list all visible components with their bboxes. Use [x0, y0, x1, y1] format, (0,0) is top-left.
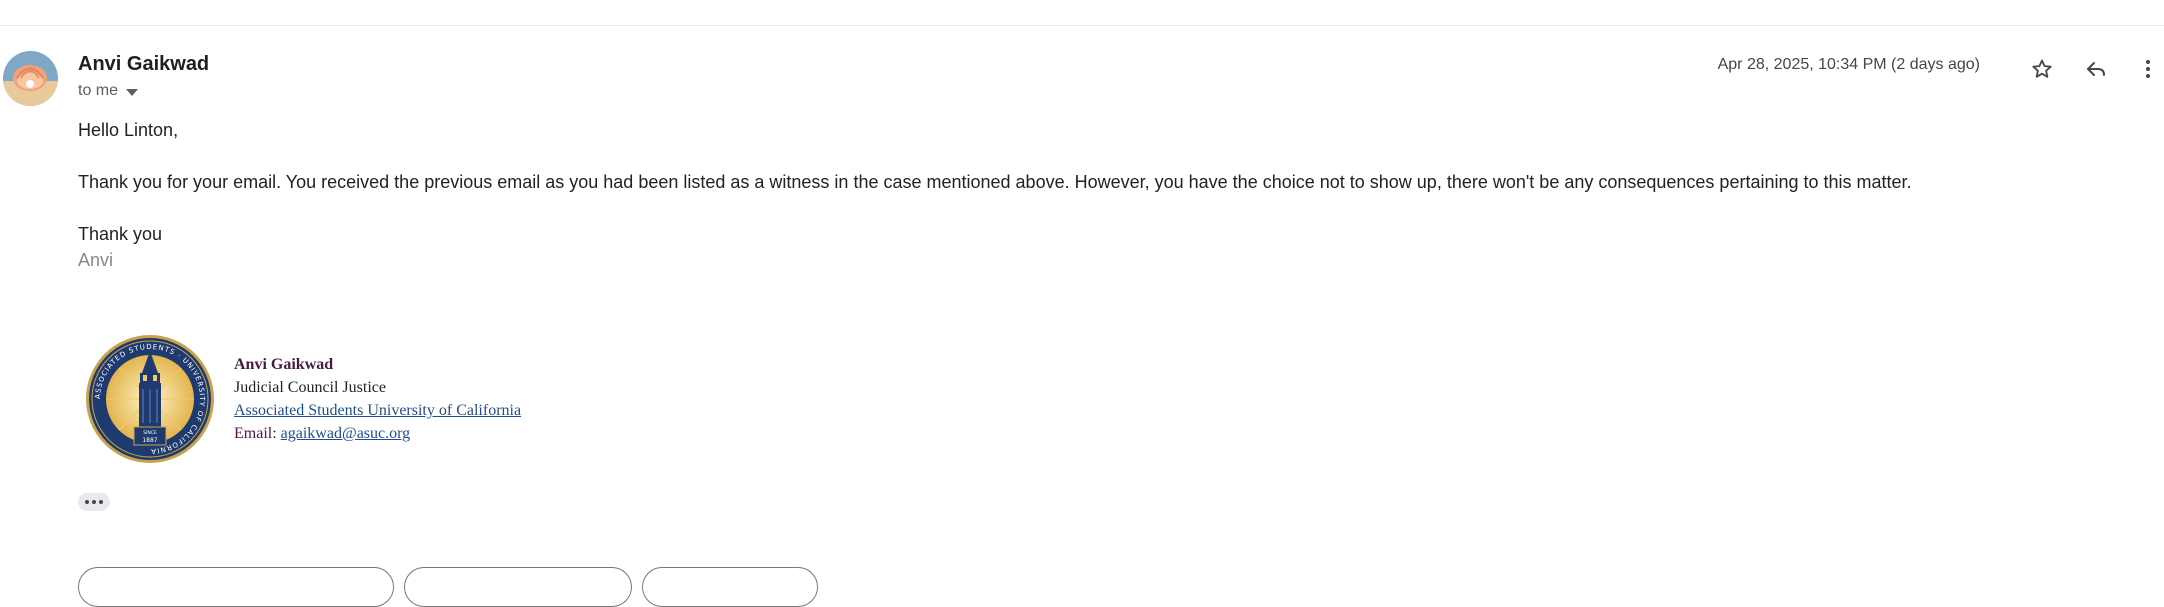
ellipsis-icon [85, 500, 89, 504]
asuc-seal-logo: ASSOCIATED STUDENTS · UNIVERSITY OF CALI… [86, 335, 214, 463]
signature-organization-link[interactable]: Associated Students University of Califo… [234, 402, 521, 419]
email-timestamp: Apr 28, 2025, 10:34 PM (2 days ago) [1717, 56, 1980, 73]
star-icon [2032, 59, 2052, 78]
recipient-details-toggle[interactable]: to me [78, 82, 139, 100]
svg-text:1887: 1887 [142, 437, 157, 444]
more-options-button[interactable] [2130, 51, 2164, 87]
reply-button[interactable] [2078, 51, 2114, 87]
avatar-image [3, 51, 58, 106]
signature-name: Anvi Gaikwad [234, 356, 334, 373]
email-signoff: Anvi [78, 250, 114, 270]
reply-icon [2087, 62, 2105, 76]
smart-reply-chip[interactable] [642, 567, 818, 607]
email-greeting: Hello Linton, [78, 120, 179, 140]
signature-email-label: Email: [234, 425, 277, 442]
svg-text:SINCE: SINCE [143, 430, 157, 436]
sender-avatar[interactable] [3, 51, 58, 106]
chevron-down-icon [126, 88, 139, 96]
email-signature: ASSOCIATED STUDENTS · UNIVERSITY OF CALI… [84, 333, 521, 465]
more-vert-icon [2146, 60, 2150, 78]
smart-reply-chip[interactable] [404, 567, 632, 607]
sender-name[interactable]: Anvi Gaikwad [78, 53, 209, 76]
signature-email-link[interactable]: agaikwad@asuc.org [281, 425, 411, 442]
smart-reply-chip[interactable] [78, 567, 394, 607]
top-divider [0, 25, 2164, 26]
email-closing: Thank you [78, 224, 163, 244]
star-button[interactable] [2024, 51, 2060, 87]
show-trimmed-content-button[interactable] [78, 493, 110, 511]
email-paragraph: Thank you for your email. You received t… [78, 172, 1912, 192]
recipient-label: to me [78, 82, 119, 99]
signature-title: Judicial Council Justice [234, 379, 386, 396]
